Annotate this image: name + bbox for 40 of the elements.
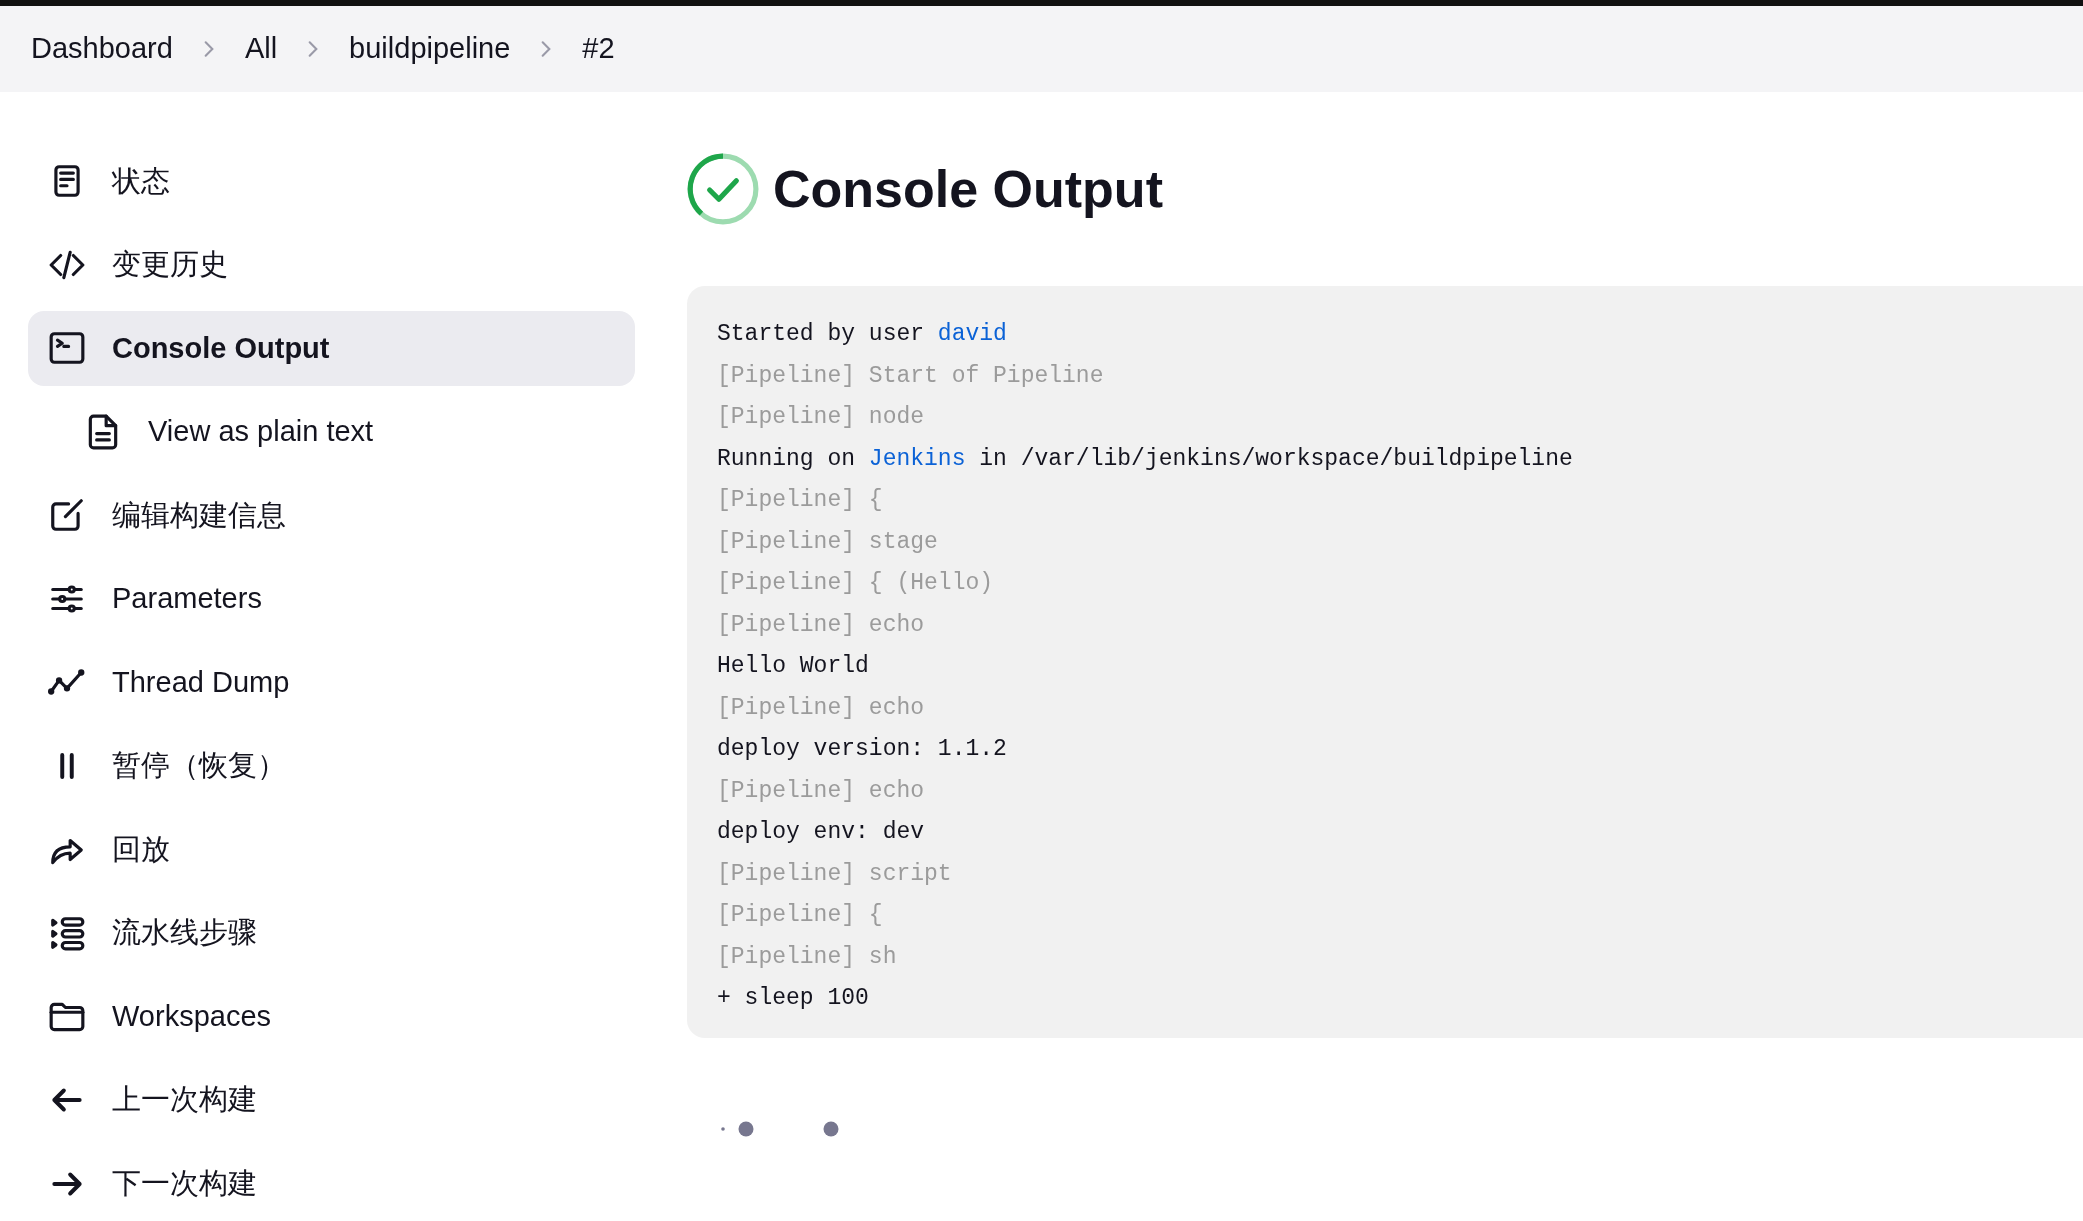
console-log-line: deploy env: dev (717, 818, 925, 847)
step-list-icon (48, 914, 86, 953)
pipeline-log-line: [Pipeline] stage (717, 527, 938, 557)
sidebar-item[interactable]: 编辑构建信息 (28, 478, 635, 553)
sidebar-item[interactable]: Workspaces (28, 979, 635, 1054)
sidebar-item[interactable]: Parameters (28, 561, 635, 637)
pipeline-log-line: [Pipeline] echo (717, 776, 925, 806)
pipeline-log-line: [Pipeline] { (Hello) (717, 569, 994, 598)
pipeline-log-line: [Pipeline] sh (717, 942, 897, 972)
sidebar-item[interactable]: Thread Dump (28, 645, 635, 720)
breadcrumb-link[interactable]: All (244, 27, 278, 71)
pipeline-log-line: [Pipeline] node (717, 403, 925, 432)
sidebar-item[interactable]: 下一次构建 (28, 1146, 635, 1221)
sidebar-item[interactable]: 回放 (28, 812, 635, 887)
sidebar-item[interactable]: 流水线步骤 (28, 895, 635, 971)
page-title: Console Output (773, 159, 1163, 220)
sidebar-item[interactable]: 变更历史 (28, 227, 635, 303)
pipeline-log-line: [Pipeline] script (717, 859, 952, 889)
loading-dots-icon (720, 1119, 840, 1138)
success-check-icon (687, 153, 759, 225)
sidebar-item[interactable]: 上一次构建 (28, 1062, 635, 1138)
console-log-line: + sleep 100 (717, 984, 869, 1013)
pipeline-log-line: [Pipeline] echo (717, 610, 925, 640)
console-log-line: Running on Jenkins in /var/lib/jenkins/workspace/buildpipeline (717, 444, 1573, 474)
pipeline-log-line: [Pipeline] { (717, 901, 883, 930)
sidebar-item[interactable]: 暂停（恢复） (28, 728, 635, 804)
pipeline-log-line: [Pipeline] echo (717, 693, 925, 723)
console-link[interactable]: Jenkins (868, 445, 966, 472)
pipeline-log-line: [Pipeline] Start of Pipeline (717, 361, 1104, 391)
console-log-line: Hello World (717, 652, 869, 681)
breadcrumb-link[interactable]: buildpipeline (349, 27, 511, 71)
sidebar-item[interactable]: View as plain text (28, 394, 635, 470)
console-log-line: Started by user david (717, 320, 1007, 349)
pipeline-log-line: [Pipeline] { (717, 486, 883, 515)
breadcrumb-link[interactable]: #2 (582, 27, 615, 71)
sidebar-item[interactable]: 状态 (28, 144, 635, 219)
console-log-line: deploy version: 1.1.2 (717, 735, 1007, 764)
sidebar-item[interactable]: Console Output (28, 311, 635, 386)
breadcrumb-link[interactable]: Dashboard (31, 27, 173, 71)
console-link[interactable]: david (937, 321, 1007, 347)
